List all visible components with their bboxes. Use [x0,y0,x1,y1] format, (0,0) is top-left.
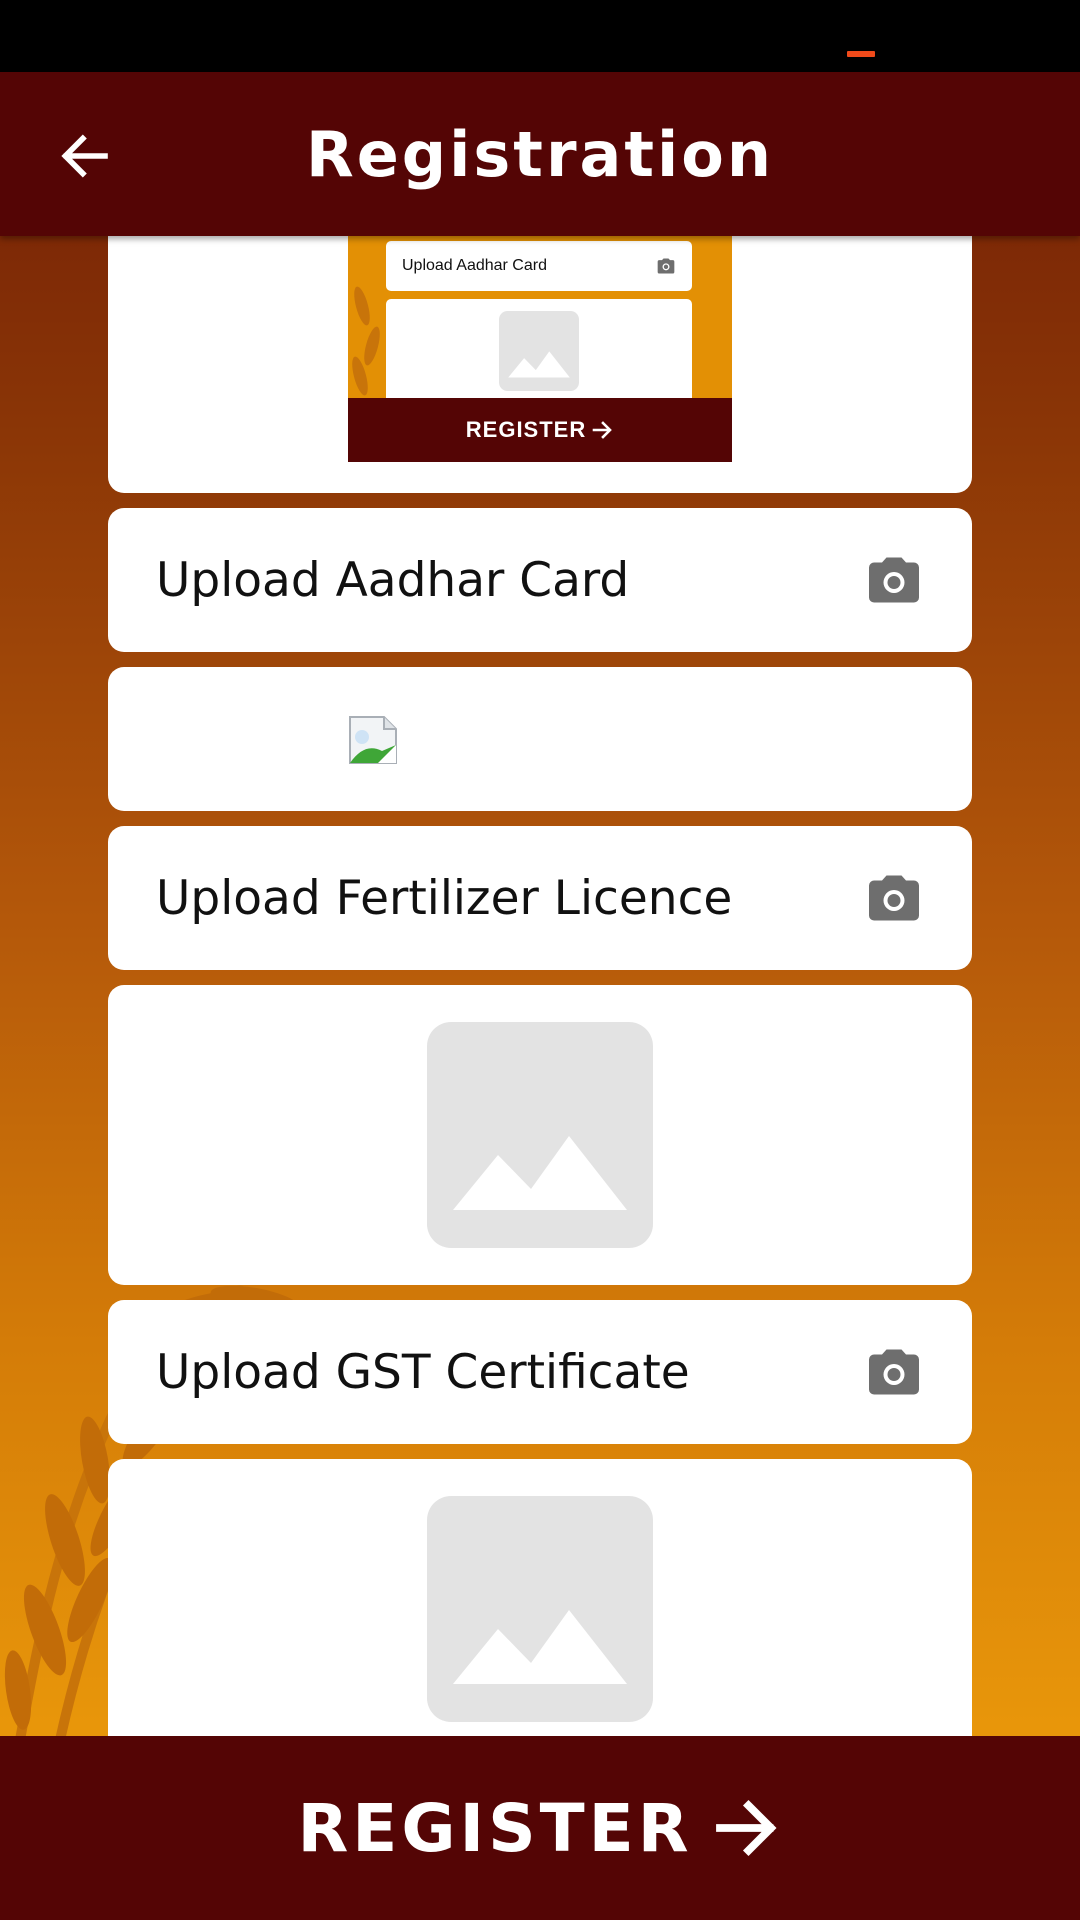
upload-aadhar-card-row[interactable]: Upload Aadhar Card [108,508,972,652]
status-indicator [847,51,875,57]
back-button[interactable] [48,120,120,192]
page-title: Registration [305,117,774,191]
register-button[interactable]: REGISTER [0,1736,1080,1920]
camera-icon[interactable] [864,868,924,928]
fertilizer-preview-box [108,985,972,1285]
preview-thumbnail: Upload Aadhar Card REGISTER [348,236,732,462]
preview-card: Upload Aadhar Card REGISTER [108,220,972,493]
mini-image-placeholder-icon [499,311,579,391]
image-placeholder-icon [427,1496,653,1722]
register-label: REGISTER [297,1789,693,1867]
upload-aadhar-label: Upload Aadhar Card [156,552,630,608]
upload-fertilizer-licence-row[interactable]: Upload Fertilizer Licence [108,826,972,970]
mini-register-bar: REGISTER [348,398,732,462]
aadhar-preview-box [108,667,972,811]
registration-screen: Upload Aadhar Card REGISTER Upload Aadha… [0,0,1080,1920]
gst-preview-box [108,1459,972,1759]
status-bar [0,0,1080,72]
camera-icon[interactable] [864,550,924,610]
broken-image-icon [349,716,397,764]
app-bar: Registration [0,72,1080,236]
upload-gst-label: Upload GST Certificate [156,1344,690,1400]
image-placeholder-icon [427,1022,653,1248]
arrow-left-icon[interactable] [56,128,112,184]
mini-upload-field: Upload Aadhar Card [386,241,692,291]
mini-arrow-right-icon [592,421,613,439]
mini-image-box [386,299,692,399]
mini-upload-label: Upload Aadhar Card [402,257,547,274]
arrow-right-icon [715,1799,777,1857]
upload-fertilizer-label: Upload Fertilizer Licence [156,870,733,926]
mini-wheat-decoration [352,286,380,396]
camera-icon[interactable] [864,1342,924,1402]
mini-camera-icon [657,258,675,274]
mini-register-label: REGISTER [465,417,587,442]
upload-gst-certificate-row[interactable]: Upload GST Certificate [108,1300,972,1444]
